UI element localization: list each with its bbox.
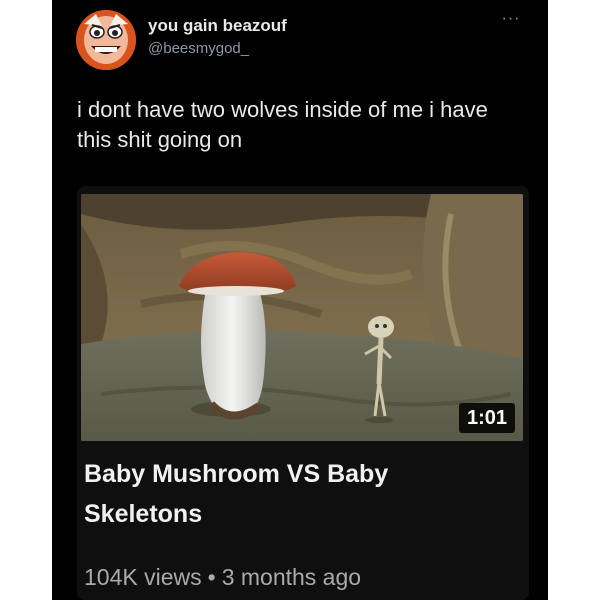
video-meta: 104K views • 3 months ago — [84, 564, 361, 591]
video-card[interactable]: 1:01 Baby Mushroom VS Baby Skeletons 104… — [77, 186, 529, 600]
view-count: 104K views — [84, 564, 202, 590]
upload-age: 3 months ago — [221, 564, 362, 590]
mushroom-skeleton-scene-image — [81, 194, 523, 441]
tweet: you gain beazouf @beesmygod_ ··· i dont … — [52, 0, 548, 600]
user-handle[interactable]: @beesmygod_ — [148, 40, 249, 57]
meta-separator: • — [207, 564, 216, 590]
cartoon-face-icon — [76, 10, 136, 70]
avatar[interactable] — [76, 10, 136, 70]
video-duration: 1:01 — [459, 403, 515, 433]
video-title[interactable]: Baby Mushroom VS Baby Skeletons — [84, 454, 504, 534]
display-name[interactable]: you gain beazouf — [148, 16, 287, 36]
ellipsis-icon[interactable]: ··· — [496, 10, 526, 28]
tweet-text: i dont have two wolves inside of me i ha… — [77, 97, 488, 152]
video-thumbnail[interactable]: 1:01 — [81, 194, 523, 441]
